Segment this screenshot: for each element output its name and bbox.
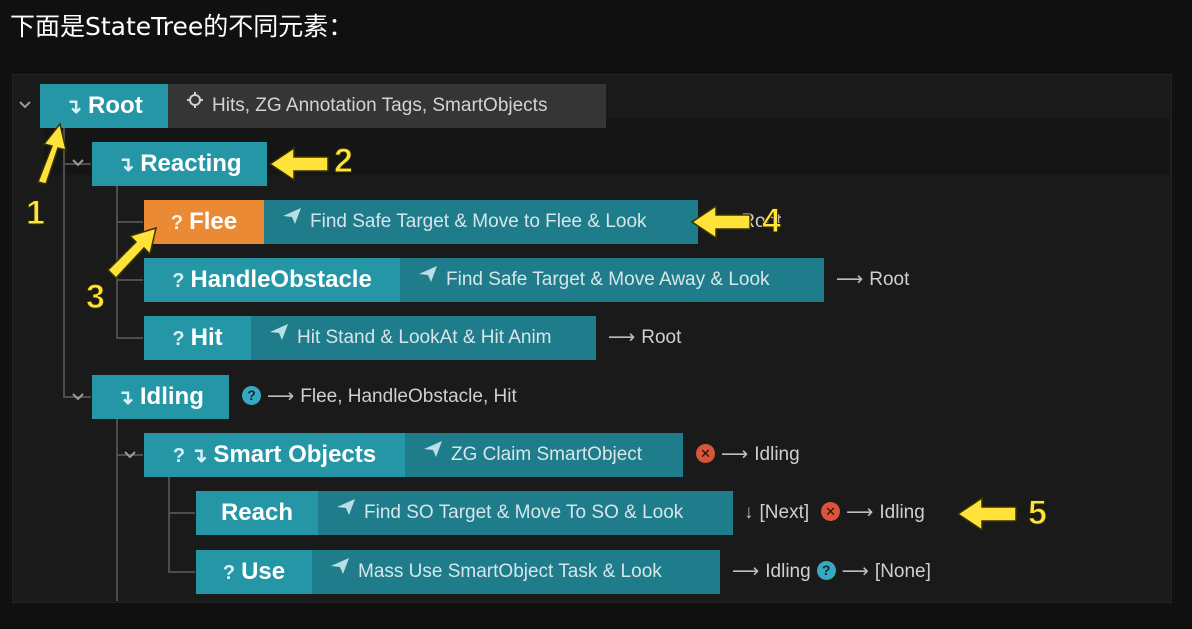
send-icon <box>418 256 438 300</box>
callout-arrow-icon <box>690 204 751 240</box>
arrow-right-icon: ⟶ <box>267 386 295 407</box>
state-handle-obstacle[interactable]: ? HandleObstacle <box>144 258 400 302</box>
transition-hit: ⟶ Root <box>608 327 682 348</box>
arrow-down-icon: ↓ <box>744 502 754 523</box>
help-icon: ? <box>816 560 836 580</box>
transition-idling: ? ⟶ Flee, HandleObstacle, Hit <box>236 375 517 419</box>
callout-arrow-icon <box>106 226 158 280</box>
state-label: Flee <box>189 208 238 235</box>
state-use[interactable]: ? Use <box>196 550 312 594</box>
state-label: Hit <box>190 324 223 351</box>
arrow-right-icon: ⟶ <box>836 269 864 290</box>
send-icon <box>269 314 289 358</box>
state-hit[interactable]: ? Hit <box>144 316 251 360</box>
root-tags: Hits, ZG Annotation Tags, SmartObjects <box>168 84 606 128</box>
callout-number: 5 <box>1028 494 1048 533</box>
task-flee[interactable]: Find Safe Target & Move to Flee & Look <box>264 200 698 244</box>
task-smart-objects[interactable]: ZG Claim SmartObject <box>405 433 683 477</box>
tree-line <box>116 337 143 339</box>
send-icon <box>330 548 350 592</box>
callout-number: 4 <box>762 202 782 241</box>
state-label: Use <box>241 558 286 585</box>
condition-icon: ? <box>172 270 185 292</box>
state-label: Smart Objects <box>213 441 377 468</box>
chevron-down-icon[interactable] <box>72 393 84 403</box>
tree-line <box>168 477 170 572</box>
tree-line <box>116 221 143 223</box>
arrow-right-icon: ⟶ <box>846 502 874 523</box>
tree-line <box>168 571 195 573</box>
transition-use: ⟶ Idling? ⟶ [None] <box>732 560 931 582</box>
condition-icon: ? ↴ <box>172 445 208 467</box>
callout-number: 2 <box>334 142 354 181</box>
enter-state-icon: ↴ <box>117 154 135 176</box>
chevron-down-icon[interactable] <box>19 101 31 111</box>
transition-handle-obstacle: ⟶ Root <box>836 269 910 290</box>
state-reach[interactable]: Reach <box>196 491 318 535</box>
fail-icon: ✕ <box>696 443 715 463</box>
arrow-right-icon: ⟶ <box>841 561 869 582</box>
help-icon: ? <box>242 385 261 405</box>
condition-icon: ? <box>172 328 185 350</box>
state-label: Idling <box>139 383 204 410</box>
state-label: Reach <box>220 499 294 526</box>
send-icon <box>423 431 443 475</box>
crosshair-icon <box>186 82 204 126</box>
callout-arrow-icon <box>956 496 1017 532</box>
state-reacting[interactable]: ↴ Reacting <box>92 142 267 186</box>
arrow-right-icon: ⟶ <box>732 561 760 582</box>
state-smart-objects[interactable]: ? ↴ Smart Objects <box>144 433 405 477</box>
tree-line <box>116 419 118 601</box>
callout-number: 1 <box>26 194 46 233</box>
state-label: Root <box>88 92 143 119</box>
tree-line <box>168 512 195 514</box>
chevron-down-icon[interactable] <box>124 451 136 461</box>
callout-number: 3 <box>86 278 106 317</box>
send-icon <box>282 198 302 242</box>
transition-smart-objects: ✕ ⟶ Idling <box>696 433 800 477</box>
callout-arrow-icon <box>268 146 329 182</box>
task-reach[interactable]: Find SO Target & Move To SO & Look <box>318 491 733 535</box>
fail-icon: ✕ <box>821 501 841 521</box>
task-handle-obstacle[interactable]: Find Safe Target & Move Away & Look <box>400 258 824 302</box>
arrow-right-icon: ⟶ <box>608 327 636 348</box>
page-heading: 下面是StateTree的不同元素： <box>10 12 354 41</box>
condition-icon: ? <box>222 562 236 584</box>
task-hit[interactable]: Hit Stand & LookAt & Hit Anim <box>251 316 596 360</box>
enter-state-icon: ↴ <box>117 387 134 409</box>
arrow-right-icon: ⟶ <box>721 444 749 465</box>
send-icon <box>336 489 356 533</box>
state-label: HandleObstacle <box>190 266 372 293</box>
callout-arrow-icon <box>36 122 68 185</box>
enter-state-icon: ↴ <box>65 96 83 118</box>
state-label: Reacting <box>140 150 242 177</box>
state-idling[interactable]: ↴ Idling <box>92 375 229 419</box>
transition-reach: ↓ [Next] ✕ ⟶ Idling <box>744 501 925 523</box>
task-use[interactable]: Mass Use SmartObject Task & Look <box>312 550 720 594</box>
condition-icon: ? <box>170 212 184 234</box>
